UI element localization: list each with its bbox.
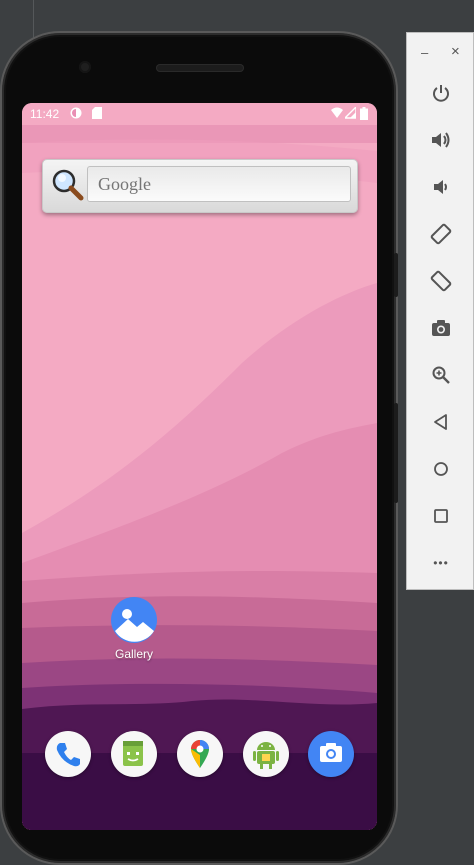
android-app-icon[interactable]	[243, 731, 289, 777]
camera-icon[interactable]	[308, 731, 354, 777]
volume-down-icon[interactable]	[430, 177, 452, 197]
screenshot-icon[interactable]	[430, 318, 452, 338]
zoom-button[interactable]	[427, 361, 455, 389]
rotate-right-button[interactable]	[427, 267, 455, 295]
messages-icon[interactable]	[111, 731, 157, 777]
google-search-widget[interactable]	[42, 159, 358, 213]
phone-icon[interactable]	[45, 731, 91, 777]
gallery-label: Gallery	[114, 647, 153, 661]
volume-up-button[interactable]	[427, 126, 455, 154]
hardware-power-button	[394, 253, 398, 297]
close-button[interactable]: ×	[451, 43, 460, 60]
gallery-app[interactable]: Gallery	[104, 597, 164, 661]
overview-button[interactable]	[427, 502, 455, 530]
hardware-volume-rocker	[394, 403, 398, 503]
home-icon[interactable]	[431, 459, 451, 479]
maps-app[interactable]	[177, 731, 223, 777]
android-app[interactable]	[243, 731, 289, 777]
messages-app[interactable]	[111, 731, 157, 777]
phone-app[interactable]	[45, 731, 91, 777]
phone-screen[interactable]: 11:42 Google Gallery	[22, 103, 377, 830]
home-button[interactable]	[427, 455, 455, 483]
power-icon[interactable]	[431, 83, 451, 103]
zoom-icon[interactable]	[431, 365, 451, 385]
battery-icon	[360, 107, 368, 120]
gallery-icon[interactable]	[111, 597, 157, 643]
overview-icon[interactable]	[431, 506, 451, 526]
maps-icon[interactable]	[177, 731, 223, 777]
rotate-left-icon[interactable]	[430, 223, 452, 245]
emulator-toolbar: – × •••	[406, 32, 474, 590]
screenshot-button[interactable]	[427, 314, 455, 342]
volume-down-button[interactable]	[427, 173, 455, 201]
sync-status-icon	[70, 107, 82, 119]
status-bar: 11:42	[22, 103, 377, 125]
rotate-left-button[interactable]	[427, 220, 455, 248]
signal-icon	[345, 107, 356, 119]
window-divider	[33, 0, 34, 40]
sd-card-icon	[92, 107, 102, 119]
back-icon[interactable]	[431, 412, 451, 432]
search-icon[interactable]	[49, 167, 85, 203]
nav-home-icon[interactable]	[185, 829, 215, 830]
wifi-icon	[331, 107, 343, 118]
nav-recents-icon[interactable]	[286, 829, 316, 830]
more-button[interactable]: •••	[427, 549, 455, 577]
volume-up-icon[interactable]	[430, 130, 452, 150]
search-input[interactable]	[87, 166, 351, 202]
nav-back-icon[interactable]	[82, 829, 112, 830]
earpiece-speaker	[156, 64, 244, 72]
camera-app[interactable]	[308, 731, 354, 777]
phone-frame: 11:42 Google Gallery	[0, 31, 398, 865]
power-button[interactable]	[427, 79, 455, 107]
back-button[interactable]	[427, 408, 455, 436]
minimize-button[interactable]: –	[421, 45, 428, 60]
rotate-right-icon[interactable]	[430, 270, 452, 292]
front-camera	[79, 61, 91, 73]
status-time: 11:42	[30, 107, 60, 121]
